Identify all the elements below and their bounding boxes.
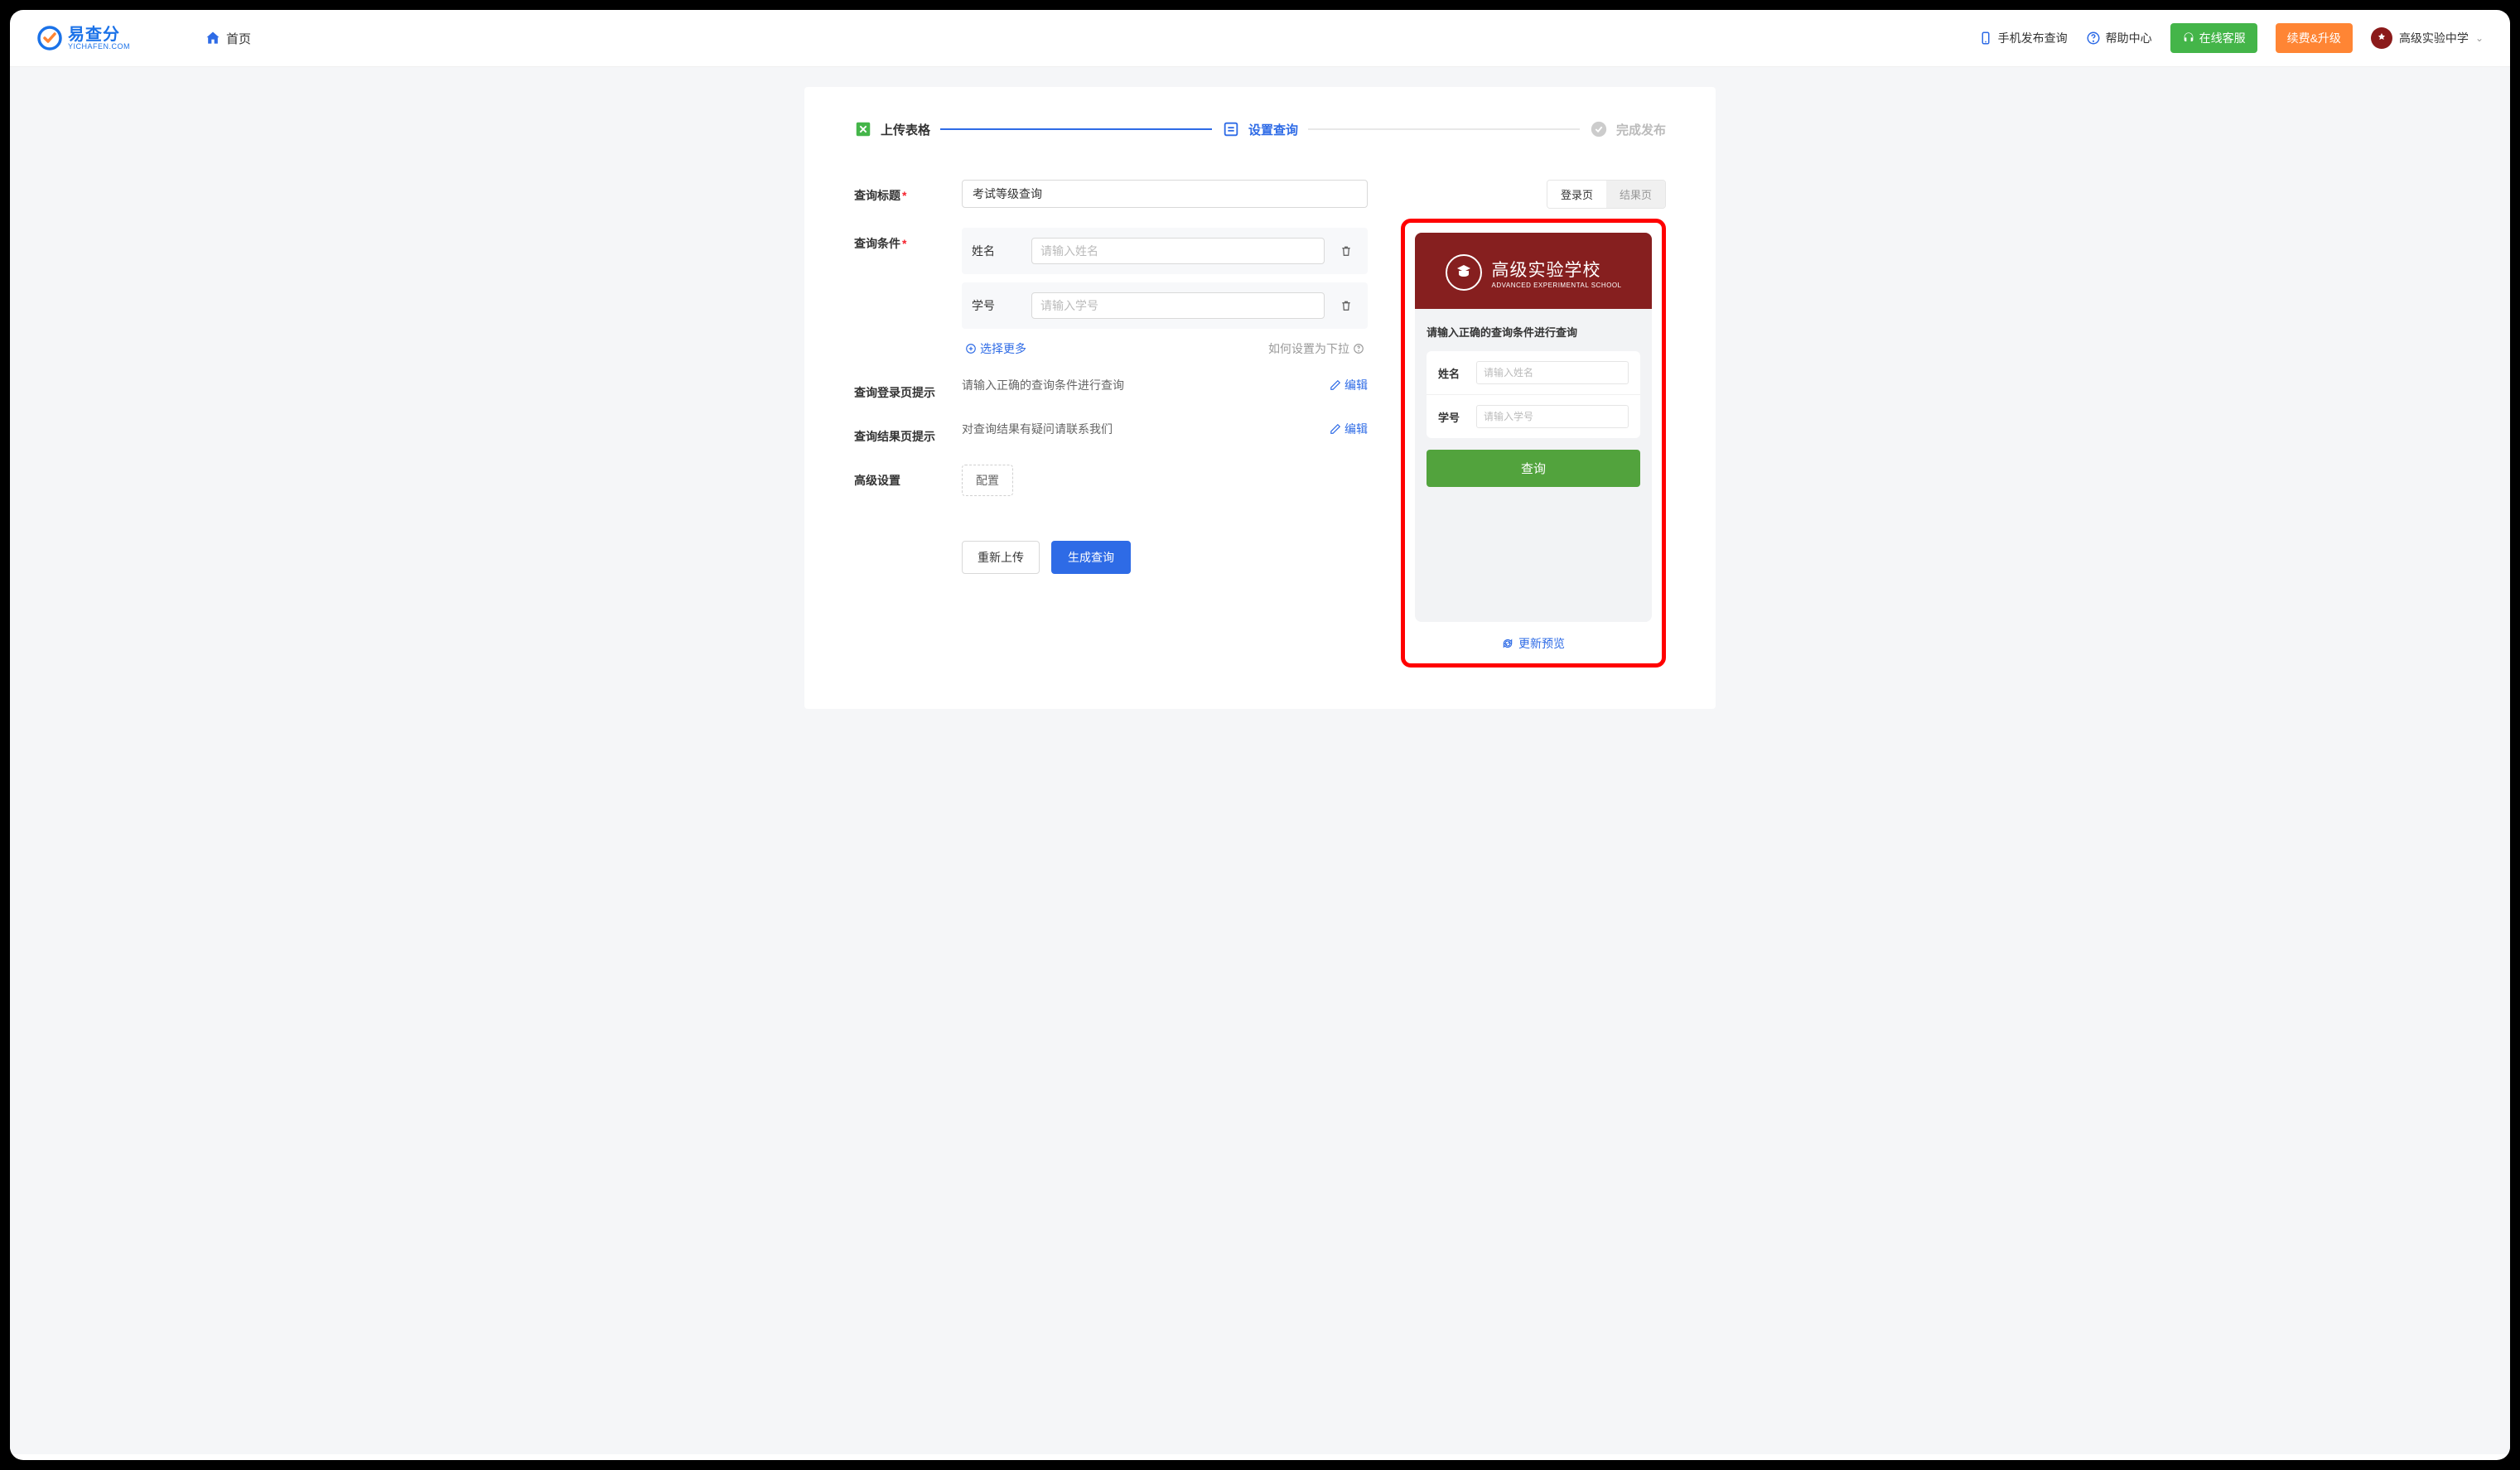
phone-submit-button[interactable]: 查询 [1427,450,1640,487]
school-banner: 高级实验学校 ADVANCED EXPERIMENTAL SCHOOL [1415,233,1652,309]
avatar [2371,27,2392,49]
phone-hint-text: 请输入正确的查询条件进行查询 [1427,324,1640,340]
generate-button[interactable]: 生成查询 [1051,541,1131,574]
user-name: 高级实验中学 [2399,30,2469,46]
pencil-icon [1330,379,1341,391]
step-upload: 上传表格 [854,120,930,138]
home-icon [205,30,221,46]
chevron-down-icon: ⌄ [2475,32,2484,44]
reupload-button[interactable]: 重新上传 [962,541,1040,574]
cond-id-label: 学号 [972,297,1021,314]
online-service-label: 在线客服 [2199,30,2246,46]
brand-logo[interactable]: 易查分 YICHAFEN.COM [36,25,130,51]
school-name-cn: 高级实验学校 [1492,257,1622,282]
config-button[interactable]: 配置 [962,465,1013,496]
phone-name-label: 姓名 [1438,365,1468,381]
settings-icon [1222,120,1240,138]
cond-name-input[interactable] [1031,238,1325,264]
nav-home-label: 首页 [226,30,251,47]
tab-login[interactable]: 登录页 [1547,181,1606,208]
delete-button[interactable] [1335,294,1358,317]
logo-text-cn: 易查分 [68,27,130,43]
advanced-label: 高级设置 [854,465,962,489]
refresh-label: 更新预览 [1518,635,1565,652]
edit-label: 编辑 [1344,421,1368,437]
refresh-icon [1502,638,1513,649]
step-publish: 完成发布 [1590,120,1666,138]
renew-upgrade-button[interactable]: 续费&升级 [2276,23,2353,53]
title-label: 查询标题* [854,180,962,204]
app-header: 易查分 YICHAFEN.COM 首页 手机发布查询 帮助中心 在线客服 续费 [10,10,2510,67]
phone-preview: 高级实验学校 ADVANCED EXPERIMENTAL SCHOOL 请输入正… [1415,233,1652,622]
edit-result-hint-button[interactable]: 编辑 [1330,421,1368,437]
check-circle-icon [1590,120,1608,138]
stepper: 上传表格 设置查询 完成发布 [854,120,1666,138]
help-center-label: 帮助中心 [2106,30,2152,46]
result-hint-label: 查询结果页提示 [854,421,962,445]
edit-login-hint-button[interactable]: 编辑 [1330,377,1368,393]
condition-row: 学号 [962,282,1368,329]
nav-home[interactable]: 首页 [205,30,251,47]
step-configure: 设置查询 [1222,120,1298,138]
trash-icon [1340,299,1353,312]
help-center-link[interactable]: 帮助中心 [2086,30,2152,46]
mobile-icon [1978,31,1993,46]
edit-label: 编辑 [1344,377,1368,393]
mobile-publish-link[interactable]: 手机发布查询 [1978,30,2068,46]
step2-label: 设置查询 [1248,121,1298,138]
headset-icon [2182,31,2195,45]
phone-id-label: 学号 [1438,409,1468,425]
login-hint-text: 请输入正确的查询条件进行查询 [962,377,1316,393]
school-logo-icon [1446,254,1482,291]
plus-circle-icon [965,343,977,354]
delete-button[interactable] [1335,239,1358,263]
trash-icon [1340,244,1353,258]
cond-name-label: 姓名 [972,243,1021,259]
preview-tabs: 登录页 结果页 [1547,180,1666,209]
excel-icon [854,120,872,138]
conditions-label: 查询条件* [854,228,962,252]
select-more-link[interactable]: 选择更多 [965,340,1026,357]
help-icon [2086,31,2101,46]
renew-upgrade-label: 续费&升级 [2287,30,2341,46]
step3-label: 完成发布 [1616,121,1666,138]
logo-icon [36,25,63,51]
dropdown-hint-link[interactable]: 如何设置为下拉 [1268,340,1364,357]
school-name-en: ADVANCED EXPERIMENTAL SCHOOL [1492,282,1622,289]
pencil-icon [1330,423,1341,435]
phone-name-input[interactable] [1476,361,1629,384]
result-hint-text: 对查询结果有疑问请联系我们 [962,421,1316,437]
user-menu[interactable]: 高级实验中学 ⌄ [2371,27,2484,49]
dropdown-hint-label: 如何设置为下拉 [1268,340,1349,357]
question-circle-icon [1353,343,1364,354]
online-service-button[interactable]: 在线客服 [2170,23,2257,53]
select-more-label: 选择更多 [980,340,1026,357]
refresh-preview-link[interactable]: 更新预览 [1502,635,1565,652]
mobile-publish-label: 手机发布查询 [1998,30,2068,46]
login-hint-label: 查询登录页提示 [854,377,962,401]
condition-row: 姓名 [962,228,1368,274]
phone-id-input[interactable] [1476,405,1629,428]
preview-highlight-frame: 高级实验学校 ADVANCED EXPERIMENTAL SCHOOL 请输入正… [1401,219,1666,668]
title-input[interactable] [962,180,1368,208]
step1-label: 上传表格 [881,121,930,138]
tab-result[interactable]: 结果页 [1606,181,1665,208]
cond-id-input[interactable] [1031,292,1325,319]
logo-text-en: YICHAFEN.COM [68,43,130,51]
